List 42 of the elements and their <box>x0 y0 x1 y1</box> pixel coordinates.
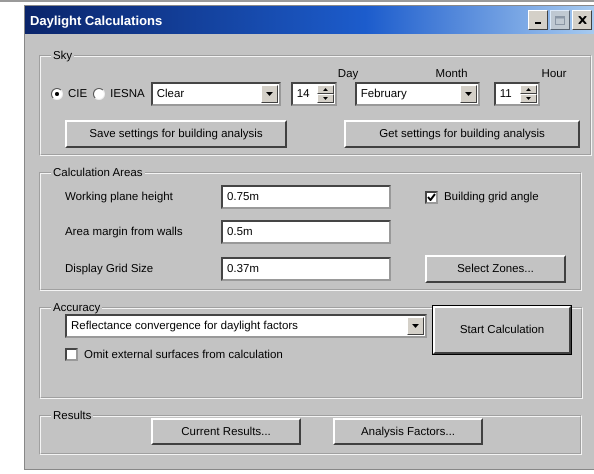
accuracy-dropdown[interactable]: Reflectance convergence for daylight factors <box>65 314 427 338</box>
close-button[interactable] <box>572 10 592 30</box>
month-dropdown[interactable]: February <box>354 82 480 106</box>
start-calculation-button[interactable]: Start Calculation <box>433 306 571 354</box>
sky-type-dropdown[interactable]: Clear <box>150 82 281 106</box>
maximize-icon <box>555 16 565 24</box>
field-label: Day <box>336 68 360 80</box>
checkmark-icon <box>427 193 436 201</box>
checkbox[interactable]: Omit external surfaces from calculation <box>65 348 427 361</box>
minimize-button[interactable] <box>528 10 548 30</box>
analysis-factors-button[interactable]: Analysis Factors... <box>333 418 483 445</box>
caret-icon <box>464 92 472 96</box>
down-arrow-icon <box>526 97 531 100</box>
group-label: Accuracy <box>52 302 102 314</box>
field-label: Hour <box>540 68 568 80</box>
window-title: Daylight Calculations <box>30 12 164 28</box>
field-label: Display Grid Size <box>65 263 154 275</box>
input-field[interactable]: 0.5m <box>221 220 391 244</box>
input-field[interactable]: 0.75m <box>221 185 391 209</box>
group-label: Sky <box>52 50 74 62</box>
current-results-button[interactable]: Current Results... <box>151 418 301 445</box>
radio-button[interactable]: CIE <box>51 88 88 100</box>
field-label: Working plane height <box>65 191 174 203</box>
group-label: Results <box>52 410 92 422</box>
checkbox[interactable]: Building grid angle <box>425 190 570 204</box>
radio-button[interactable]: IESNA <box>93 88 145 100</box>
field-label: Area margin from walls <box>65 226 184 238</box>
maximize-button[interactable] <box>550 10 570 30</box>
save-settings-button[interactable]: Save settings for building analysis <box>65 120 287 148</box>
hour-spinner[interactable]: 11 <box>494 82 540 106</box>
select-zones-button[interactable]: Select Zones... <box>425 255 566 283</box>
caret-icon <box>266 92 273 96</box>
input-field[interactable]: 0.37m <box>221 257 391 281</box>
field-label: Month <box>434 68 468 80</box>
up-arrow-icon <box>526 88 531 91</box>
get-settings-button[interactable]: Get settings for building analysis <box>344 120 580 148</box>
up-arrow-icon <box>322 88 328 91</box>
caret-icon <box>412 324 419 328</box>
close-icon <box>578 16 586 24</box>
day-spinner[interactable]: 14 <box>290 82 337 106</box>
down-arrow-icon <box>322 97 328 100</box>
group-label: Calculation Areas <box>52 167 144 179</box>
